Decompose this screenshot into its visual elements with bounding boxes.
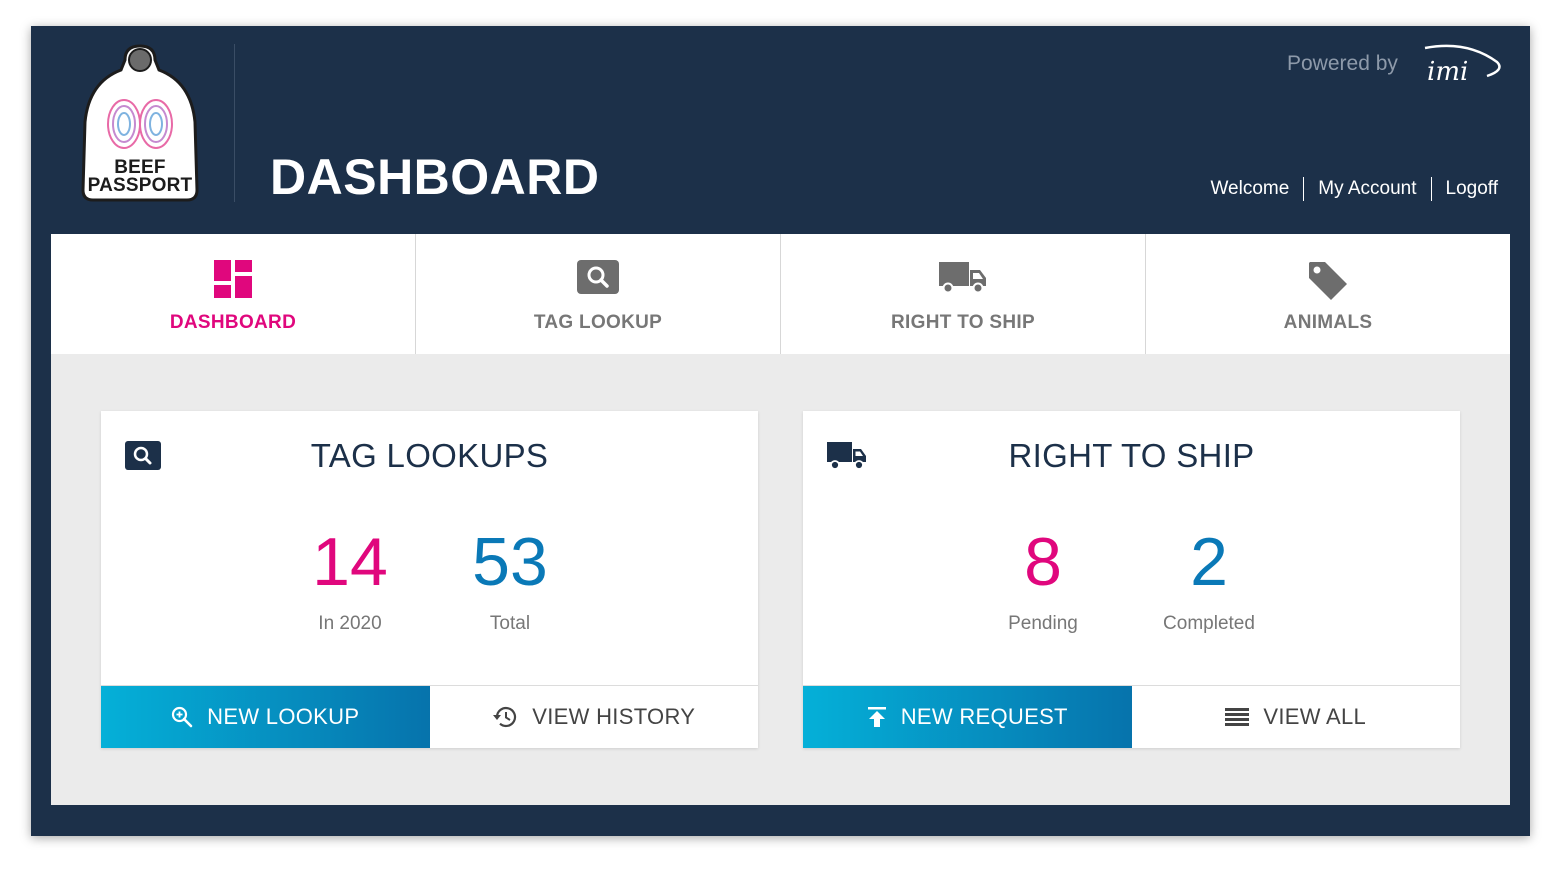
header-divider [234, 44, 235, 202]
tab-dashboard-label: DASHBOARD [169, 312, 297, 333]
right-to-ship-card: RIGHT TO SHIP 8 Pending 2 Completed NEW … [803, 411, 1460, 748]
welcome-link[interactable]: Welcome [1210, 178, 1289, 200]
tab-tag-lookup-label: TAG LOOKUP [533, 312, 663, 333]
main-nav-tabs: DASHBOARD TAG LOOKUP RIGHT TO SHIP ANIMA… [51, 234, 1510, 354]
stat-completed: 2 Completed [1109, 523, 1309, 635]
link-separator [1303, 177, 1305, 201]
imi-logo: imi [1424, 44, 1501, 87]
new-request-label: NEW REQUEST [900, 704, 1068, 729]
tag-lookups-card: TAG LOOKUPS 14 In 2020 53 Total NEW LOOK… [101, 411, 758, 748]
tab-right-to-ship-label: RIGHT TO SHIP [891, 312, 1035, 333]
tag-lookups-title: TAG LOOKUPS [310, 437, 549, 474]
view-all-button[interactable]: VIEW ALL [1131, 686, 1460, 748]
content-panel: DASHBOARD TAG LOOKUP RIGHT TO SHIP ANIMA… [51, 234, 1510, 805]
view-history-label: VIEW HISTORY [532, 704, 696, 729]
card-actions: NEW REQUEST VIEW ALL [803, 685, 1460, 748]
my-account-link[interactable]: My Account [1318, 178, 1416, 200]
zoom-in-icon [171, 706, 193, 728]
user-links: Welcome My Account Logoff [1210, 177, 1498, 201]
card-actions: NEW LOOKUP VIEW HISTORY [101, 685, 758, 748]
logo-wordmark: BEEF PASSPORT [79, 158, 201, 196]
dashboard-icon [214, 260, 252, 298]
view-all-label: VIEW ALL [1263, 704, 1367, 729]
tab-right-to-ship[interactable]: RIGHT TO SHIP [781, 234, 1146, 354]
stat-value: 2 [1190, 524, 1228, 600]
page-title: DASHBOARD [270, 149, 600, 205]
powered-by-text: Powered by [1287, 52, 1398, 75]
stat-value: 53 [472, 524, 548, 600]
upload-icon [867, 706, 887, 728]
logo-text-line2: PASSPORT [87, 175, 193, 196]
new-lookup-button[interactable]: NEW LOOKUP [101, 686, 430, 748]
tab-animals[interactable]: ANIMALS [1146, 234, 1510, 354]
stat-label: Total [489, 613, 531, 634]
list-icon [1225, 707, 1250, 727]
tab-tag-lookup[interactable]: TAG LOOKUP [416, 234, 781, 354]
logoff-link[interactable]: Logoff [1446, 178, 1498, 200]
tab-animals-label: ANIMALS [1283, 312, 1373, 333]
search-icon [577, 260, 619, 294]
stat-total: 53 Total [410, 523, 610, 635]
app-window: BEEF PASSPORT DASHBOARD Powered by imi W… [31, 26, 1530, 836]
tab-dashboard[interactable]: DASHBOARD [51, 234, 416, 354]
history-icon [492, 705, 518, 729]
right-to-ship-title: RIGHT TO SHIP [1008, 437, 1255, 474]
link-separator [1430, 177, 1432, 201]
tag-icon [1309, 262, 1347, 300]
imi-logo-text: imi [1427, 57, 1468, 87]
view-history-button[interactable]: VIEW HISTORY [429, 686, 758, 748]
new-request-button[interactable]: NEW REQUEST [803, 686, 1132, 748]
beef-passport-logo[interactable]: BEEF PASSPORT [79, 42, 201, 204]
stat-label: Completed [1163, 613, 1255, 634]
new-lookup-label: NEW LOOKUP [207, 704, 360, 729]
truck-icon [939, 262, 986, 294]
